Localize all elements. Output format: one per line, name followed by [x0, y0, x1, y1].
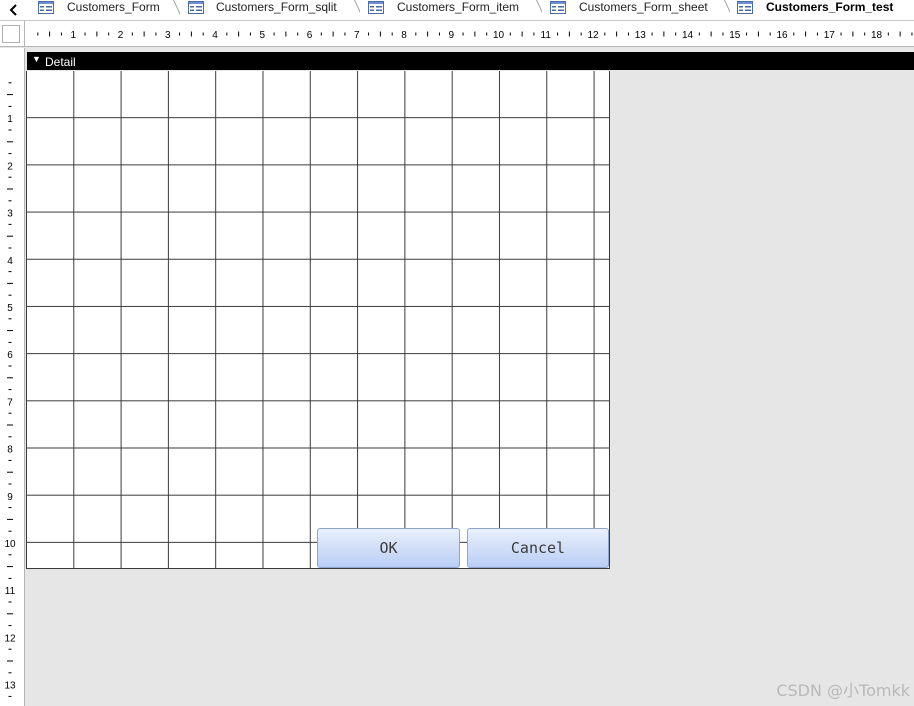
- chevron-left-icon: [9, 4, 17, 16]
- vertical-ruler[interactable]: 1 2 3 4 5 6 7 8 9 10 11 12 13: [0, 71, 25, 706]
- ruler-number: 15: [729, 30, 741, 41]
- detail-section-header[interactable]: ▼ Detail: [27, 52, 914, 70]
- horizontal-ruler-ticks: 1 2 3 4 5 6 7 8 9 10 11 12 13 14 15 16 17 18: [37, 30, 913, 41]
- ruler-number: 3: [165, 30, 171, 41]
- ok-button[interactable]: OK: [317, 528, 460, 568]
- ruler-number: 10: [493, 30, 505, 41]
- select-form-box[interactable]: [2, 25, 20, 43]
- section-collapse-arrow-icon[interactable]: ▼: [32, 54, 41, 64]
- form-design-grid[interactable]: [26, 71, 610, 569]
- ruler-number: 3: [7, 209, 13, 220]
- ruler-number: 1: [7, 114, 13, 125]
- ruler-number: 7: [7, 397, 13, 408]
- ruler-number: 12: [4, 633, 16, 644]
- tab-scroll-left-button[interactable]: [0, 0, 28, 20]
- tab-customers-form-item[interactable]: Customers_Form_item: [360, 0, 547, 20]
- tab-customers-form[interactable]: Customers_Form: [28, 0, 184, 20]
- ruler-number: 9: [448, 30, 454, 41]
- vertical-ruler-ticks: 12345678910111213: [4, 82, 16, 697]
- tab-customers-form-sqlit[interactable]: Customers_Form_sqlit: [180, 0, 365, 20]
- ruler-number: 16: [776, 30, 788, 41]
- ruler-number: 14: [682, 30, 694, 41]
- ruler-number: 11: [5, 586, 16, 597]
- ruler-number: 2: [118, 30, 124, 41]
- section-selector[interactable]: [0, 48, 25, 71]
- form-icon: [38, 1, 54, 14]
- form-icon: [188, 1, 204, 14]
- form-icon: [737, 1, 753, 14]
- tab-customers-form-sheet[interactable]: Customers_Form_sheet: [542, 0, 735, 20]
- ruler-number: 2: [7, 161, 13, 172]
- ruler-number: 5: [259, 30, 265, 41]
- ruler-number: 8: [401, 30, 407, 41]
- ruler-number: 1: [70, 30, 76, 41]
- tab-label: Customers_Form: [67, 0, 160, 14]
- ruler-number: 4: [7, 256, 13, 267]
- document-tab-strip: Customers_Form Customers_Form_sqlit Cust…: [0, 0, 914, 21]
- ruler-number: 4: [212, 30, 218, 41]
- ruler-number: 13: [4, 681, 16, 692]
- section-label: Detail: [45, 55, 76, 69]
- ruler-number: 9: [7, 492, 13, 503]
- ruler-corner[interactable]: [0, 21, 25, 47]
- ruler-number: 5: [7, 303, 13, 314]
- ruler-number: 11: [541, 30, 552, 41]
- tab-label: Customers_Form_sheet: [579, 0, 708, 14]
- tab-label: Customers_Form_sqlit: [216, 0, 337, 14]
- ruler-number: 6: [307, 30, 313, 41]
- ruler-number: 8: [7, 445, 13, 456]
- tab-label: Customers_Form_test: [766, 0, 894, 14]
- ruler-number: 13: [635, 30, 647, 41]
- cancel-button[interactable]: Cancel: [467, 528, 609, 568]
- ruler-number: 7: [354, 30, 360, 41]
- ruler-number: 12: [587, 30, 599, 41]
- tab-customers-form-test[interactable]: Customers_Form_test: [730, 0, 914, 20]
- form-icon: [368, 1, 384, 14]
- tab-label: Customers_Form_item: [397, 0, 520, 14]
- ruler-number: 17: [824, 30, 836, 41]
- horizontal-ruler[interactable]: 1 2 3 4 5 6 7 8 9 10 11 12 13 14 15 16 17 18: [25, 21, 914, 47]
- ruler-number: 10: [4, 539, 16, 550]
- ruler-number: 6: [7, 350, 13, 361]
- form-icon: [550, 1, 566, 14]
- watermark: CSDN @小Tomkk: [776, 681, 910, 700]
- ruler-number: 18: [871, 30, 883, 41]
